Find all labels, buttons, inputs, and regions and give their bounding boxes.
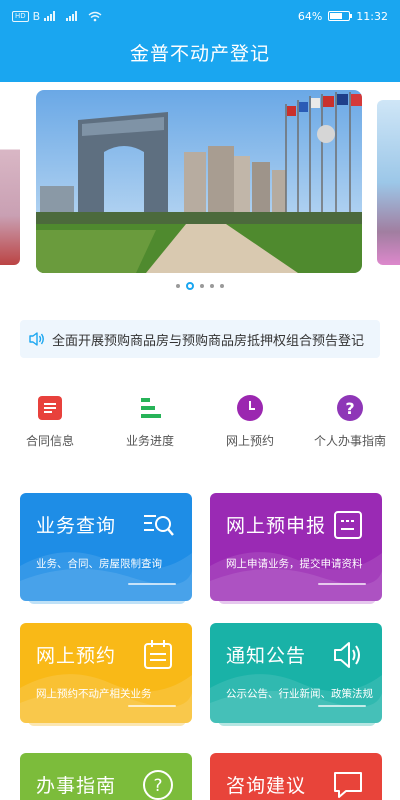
form-icon	[334, 511, 362, 539]
card-title: 咨询建议	[226, 775, 307, 797]
carousel-dot[interactable]	[176, 284, 180, 288]
speaker-icon	[29, 332, 44, 346]
card-bar	[318, 583, 366, 585]
status-icons-left: HD B	[12, 10, 102, 23]
notice-bar[interactable]: 全面开展预购商品房与预购商品房抵押权组合预告登记	[20, 320, 380, 358]
card-service-guide[interactable]: 办事指南 ?	[20, 753, 192, 800]
banner-carousel[interactable]	[0, 90, 400, 275]
card-title: 网上预约	[36, 645, 117, 667]
card-online-appointment[interactable]: 网上预约 网上预约不动产相关业务	[20, 623, 192, 723]
carousel-dot[interactable]	[186, 282, 194, 290]
quick-nav-guide[interactable]: ? 个人办事指南	[300, 394, 400, 454]
page-title: 金普不动产登记	[129, 43, 270, 65]
svg-text:?: ?	[153, 776, 162, 796]
card-description: 公示公告、行业新闻、政策法规	[226, 688, 373, 700]
card-description: 网上申请业务，提交申请资料	[226, 558, 363, 570]
battery-icon	[328, 11, 353, 21]
network-b-label: B	[32, 9, 41, 23]
wifi-icon	[88, 11, 102, 21]
card-bar	[318, 705, 366, 707]
carousel-indicator[interactable]	[0, 282, 400, 290]
quick-nav-progress[interactable]: 业务进度	[100, 394, 200, 454]
signal-icon	[44, 11, 56, 21]
app-screen: HD B 64% 11:32 金普不动产登记 全面开展预购商品房与预购商品房抵押…	[0, 0, 400, 800]
signal-icon-2	[66, 11, 78, 21]
notice-text: 全面开展预购商品房与预购商品房抵押权组合预告登记	[52, 333, 365, 349]
banner-slide-image[interactable]	[36, 90, 362, 273]
card-business-query[interactable]: 业务查询 业务、合同、房屋限制查询	[20, 493, 192, 601]
carousel-dot[interactable]	[210, 284, 214, 288]
status-icons-right: 64% 11:32	[298, 10, 388, 23]
carousel-dot[interactable]	[200, 284, 204, 288]
card-online-pre-application[interactable]: 网上预申报 网上申请业务，提交申请资料	[210, 493, 382, 601]
battery-percent: 64%	[297, 9, 323, 23]
quick-nav: 合同信息 业务进度 网上预约 ? 个人办事指南	[0, 394, 400, 454]
quick-nav-label: 个人办事指南	[313, 434, 386, 448]
card-consult-suggestion[interactable]: 咨询建议	[210, 753, 382, 800]
status-bar: HD B 64% 11:32	[0, 0, 400, 32]
carousel-dot[interactable]	[220, 284, 224, 288]
card-title: 通知公告	[226, 645, 307, 667]
quick-nav-contract[interactable]: 合同信息	[0, 394, 100, 454]
quick-nav-label: 业务进度	[125, 434, 174, 448]
card-title: 业务查询	[36, 515, 117, 537]
quick-nav-label: 网上预约	[225, 434, 274, 448]
card-description: 网上预约不动产相关业务	[36, 688, 152, 700]
quick-nav-appointment[interactable]: 网上预约	[200, 394, 300, 454]
chat-icon	[334, 772, 362, 798]
quick-nav-label: 合同信息	[25, 434, 74, 448]
city-photo	[36, 90, 362, 273]
clock-icon	[236, 394, 264, 422]
app-header: HD B 64% 11:32 金普不动产登记	[0, 0, 400, 82]
contract-icon	[36, 394, 64, 422]
calendar-icon	[144, 640, 172, 669]
banner-next-slide[interactable]	[377, 100, 400, 265]
search-list-icon	[144, 515, 174, 536]
help-icon: ?	[336, 394, 364, 422]
banner-prev-slide[interactable]	[0, 100, 20, 265]
clock-time: 11:32	[356, 9, 388, 23]
svg-text:?: ?	[345, 399, 354, 418]
question-icon: ?	[143, 770, 173, 800]
card-description: 业务、合同、房屋限制查询	[36, 558, 162, 570]
hd-badge: HD	[12, 10, 29, 22]
card-title: 网上预申报	[226, 515, 327, 537]
card-bar	[128, 705, 176, 707]
card-bar	[128, 583, 176, 585]
progress-icon	[136, 394, 164, 422]
card-announcements[interactable]: 通知公告 公示公告、行业新闻、政策法规	[210, 623, 382, 723]
card-title: 办事指南	[36, 775, 117, 797]
speaker-icon	[334, 642, 360, 668]
